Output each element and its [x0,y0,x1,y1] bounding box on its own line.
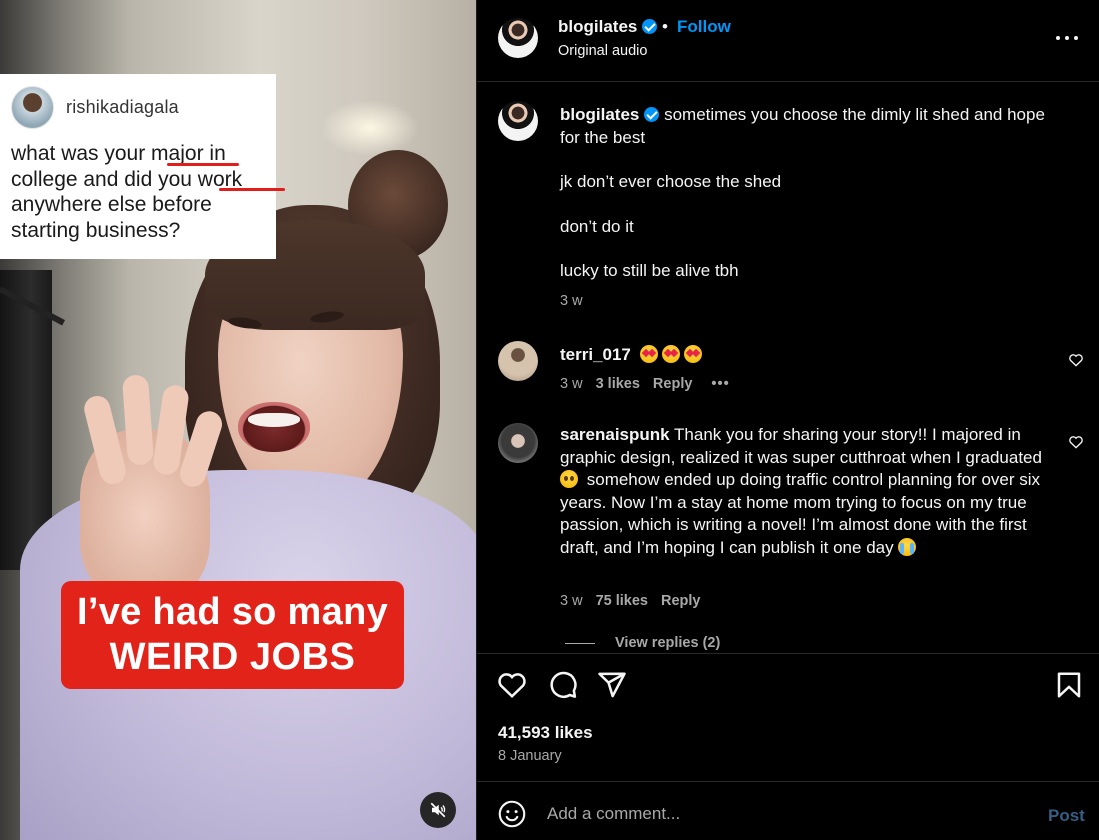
comment-meta: 3 w [560,293,583,309]
question-text-content: what was your major in college and did y… [11,142,243,242]
view-replies-button[interactable]: View replies (2) [565,635,720,651]
comment-time: 3 w [560,593,583,609]
heart-icon[interactable] [497,670,527,700]
comment-options-button[interactable]: ••• [711,376,729,392]
like-count[interactable]: 41,593 likes [498,723,593,743]
comment-time: 3 w [560,376,583,392]
heart-icon[interactable] [1068,434,1084,450]
question-text: what was your major in college and did y… [11,141,285,243]
question-avatar [11,86,54,129]
caption-body: blogilates sometimes you choose the diml… [560,104,1055,283]
follow-button[interactable]: Follow [677,17,731,37]
verified-badge-icon [644,107,660,122]
comment-meta: 3 w 75 likes Reply [560,593,701,609]
more-horizontal-icon [1065,36,1069,40]
more-horizontal-icon [1074,36,1078,40]
comment-composer: Post [477,781,1099,840]
red-underline [219,188,285,191]
author-avatar[interactable] [498,18,538,58]
star-struck-emoji [639,345,658,363]
view-replies-label: View replies (2) [615,635,721,651]
emoji-picker-icon[interactable] [498,800,526,828]
comment-likes[interactable]: 3 likes [596,376,640,392]
post-comment-button[interactable]: Post [1048,806,1085,826]
caption-paragraph: jk don’t ever choose the shed [560,172,782,191]
verified-badge-icon [642,19,658,34]
reply-button[interactable]: Reply [653,376,693,392]
caption-line-1: I’ve had so many [76,591,389,633]
person-teeth-image [248,413,300,427]
star-struck-emoji [683,345,702,363]
author-username[interactable]: blogilates [558,17,658,37]
question-sticker: rishikadiagala what was your major in co… [0,74,285,259]
finger-image [121,374,155,466]
post-side-panel: blogilates • Follow Original audio blogi… [476,0,1099,840]
video-caption-banner: I’ve had so many WEIRD JOBS [61,581,404,689]
reel-video[interactable]: rishikadiagala what was your major in co… [0,0,476,840]
separator-dot: • [662,17,668,36]
post-actions: 41,593 likes 8 January [477,653,1099,781]
more-horizontal-icon [1056,36,1060,40]
commenter-avatar[interactable] [498,423,538,463]
reply-thread-line [565,642,595,644]
comment-meta: 3 w 3 likes Reply ••• [560,376,730,392]
comment-username[interactable]: terri_017 [560,345,631,364]
post-header: blogilates • Follow Original audio [477,0,1099,82]
reply-button[interactable]: Reply [661,593,701,609]
caption-paragraph: don’t do it [560,216,634,236]
comment-input[interactable] [547,800,1017,828]
comments-list[interactable]: blogilates sometimes you choose the diml… [477,83,1099,653]
crying-face-emoji [898,537,917,556]
red-underline [167,163,239,166]
speaker-muted-icon [430,802,446,818]
caption-paragraph: lucky to still be alive tbh [560,261,739,280]
comment-text: somehow ended up doing traffic control p… [560,470,1041,557]
author-avatar[interactable] [498,101,538,141]
original-audio-link[interactable]: Original audio [558,43,647,59]
bookmark-icon[interactable] [1054,670,1084,700]
commenter-avatar[interactable] [498,341,538,381]
star-struck-emoji [661,345,680,363]
flushed-face-emoji [560,470,578,488]
post-date: 8 January [498,748,562,764]
person-mouth-image [238,402,310,452]
comment-username[interactable]: sarenaispunk [560,425,670,444]
more-options-button[interactable] [1055,26,1079,50]
comment-body: terri_017 [560,344,1055,367]
mute-button[interactable] [420,792,456,828]
question-username: rishikadiagala [66,97,179,117]
comment-body: sarenaispunk Thank you for sharing your … [560,424,1055,559]
heart-icon[interactable] [1068,352,1084,368]
comment-time: 3 w [560,293,583,309]
comment-icon[interactable] [548,670,578,700]
author-username-text: blogilates [558,17,638,36]
comment-likes[interactable]: 75 likes [596,593,648,609]
share-icon[interactable] [597,670,627,700]
caption-line-2: WEIRD JOBS [109,636,356,678]
comment-username[interactable]: blogilates [560,105,639,124]
